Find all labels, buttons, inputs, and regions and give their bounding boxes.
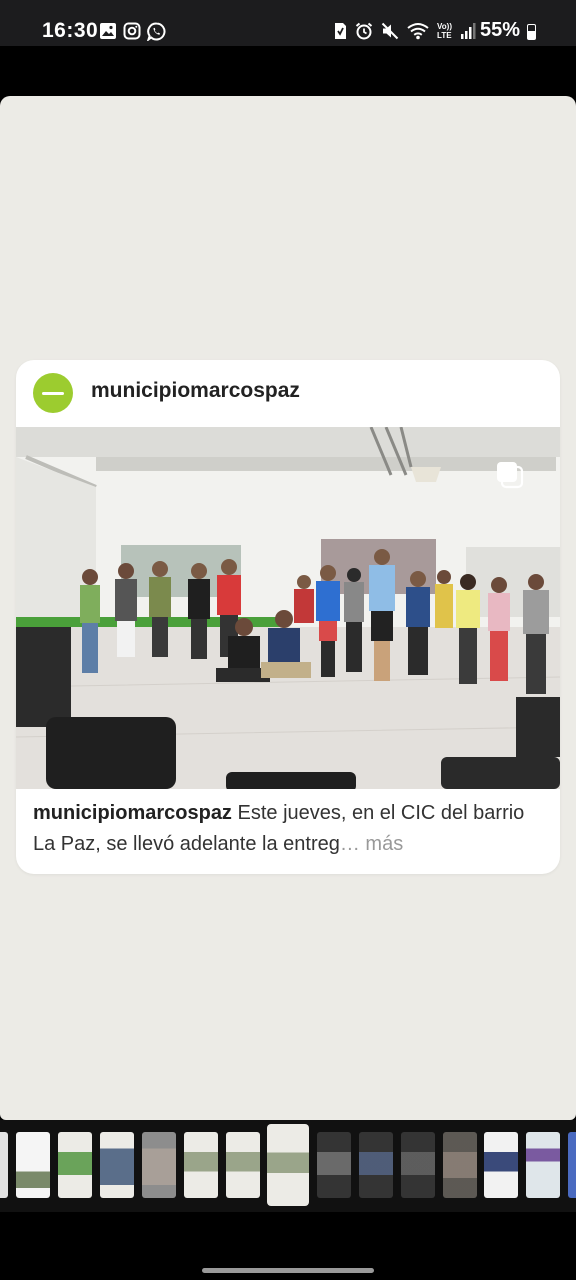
battery-icon — [527, 24, 536, 40]
story-thumbnail[interactable] — [317, 1132, 351, 1198]
alarm-icon — [355, 22, 373, 40]
signal-icon — [461, 23, 476, 39]
gallery-icon — [100, 23, 116, 39]
wifi-icon — [407, 23, 429, 40]
story-thumbnail[interactable] — [401, 1132, 435, 1198]
volte-icon: Vo)) LTE — [437, 22, 452, 40]
story-thumbnail[interactable] — [226, 1132, 260, 1198]
status-bar: 16:30 Vo)) LTE 55% — [0, 0, 576, 46]
shared-post-card[interactable]: municipiomarcospaz municipiomarcospaz Es… — [16, 360, 560, 874]
volte-top-label: Vo)) — [437, 22, 452, 31]
save-icon — [335, 23, 347, 39]
post-photo[interactable] — [16, 427, 560, 789]
instagram-icon — [123, 22, 141, 40]
story-thumbnail[interactable] — [568, 1132, 576, 1198]
notification-icons — [99, 22, 166, 41]
story-thumbnail[interactable] — [184, 1132, 218, 1198]
mute-icon — [381, 22, 399, 40]
account-avatar[interactable] — [33, 373, 73, 413]
story-thumbnail[interactable] — [484, 1132, 518, 1198]
story-thumbnail[interactable] — [526, 1132, 560, 1198]
story-thumbnail[interactable] — [16, 1132, 50, 1198]
post-username[interactable]: municipiomarcospaz — [91, 379, 300, 403]
story-viewer[interactable]: municipiomarcospaz municipiomarcospaz Es… — [0, 96, 576, 1120]
post-caption[interactable]: municipiomarcospaz Este jueves, en el CI… — [33, 798, 543, 860]
story-filmstrip[interactable] — [0, 1120, 576, 1212]
story-thumbnail[interactable] — [58, 1132, 92, 1198]
story-thumbnail[interactable] — [142, 1132, 176, 1198]
system-icons: Vo)) LTE — [333, 22, 476, 40]
clock: 16:30 — [42, 19, 99, 42]
volte-bottom-label: LTE — [437, 31, 452, 40]
story-thumbnail[interactable] — [443, 1132, 477, 1198]
group-photo-image — [16, 427, 560, 789]
story-thumbnail[interactable] — [0, 1132, 8, 1198]
carousel-icon — [497, 462, 524, 489]
post-header[interactable]: municipiomarcospaz — [16, 360, 560, 427]
caption-more-link[interactable]: más — [360, 833, 403, 855]
top-spacer — [0, 46, 576, 96]
home-indicator[interactable] — [202, 1268, 374, 1273]
battery-percent: 55% — [479, 19, 520, 41]
story-thumbnail[interactable] — [359, 1132, 393, 1198]
avatar-logo-icon — [42, 391, 64, 395]
caption-ellipsis: … — [339, 833, 360, 855]
story-thumbnail-active[interactable] — [267, 1124, 309, 1206]
story-thumbnail[interactable] — [100, 1132, 134, 1198]
caption-username[interactable]: municipiomarcospaz — [33, 802, 232, 824]
whatsapp-icon — [147, 22, 166, 41]
